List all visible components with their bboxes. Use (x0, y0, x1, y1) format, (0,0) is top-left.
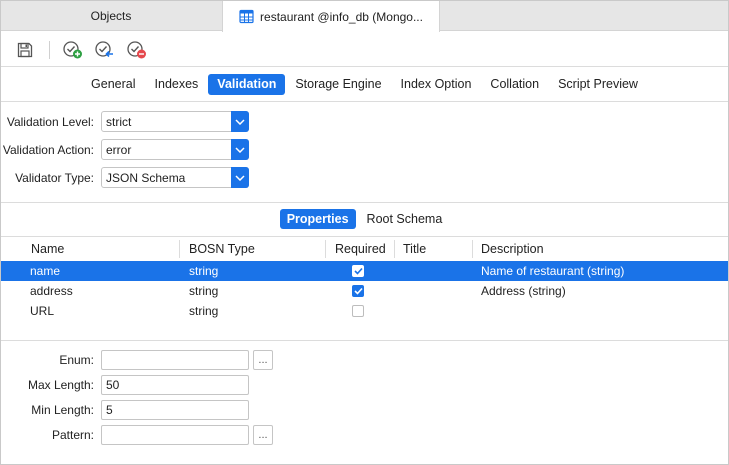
column-divider[interactable] (179, 240, 180, 258)
cell-type: string (189, 284, 219, 298)
save-icon (17, 42, 33, 58)
pattern-row: Pattern: ... (1, 425, 273, 445)
chevron-down-icon (231, 139, 249, 160)
tab-objects[interactable]: Objects (1, 1, 221, 31)
cell-description (473, 301, 481, 321)
pattern-browse-button[interactable]: ... (253, 425, 273, 445)
add-validation-button[interactable] (62, 39, 84, 61)
tab-restaurant-collection[interactable]: restaurant @info_db (Mongo... (222, 1, 440, 32)
column-header-required[interactable]: Required (327, 237, 386, 261)
required-checkbox[interactable] (352, 305, 364, 317)
properties-table: Name BOSN Type Required Title Descriptio… (1, 236, 728, 341)
cell-name: name (30, 264, 61, 278)
column-header-type[interactable]: BOSN Type (181, 237, 255, 261)
tab-general[interactable]: General (82, 74, 144, 95)
tab-restaurant-label: restaurant @info_db (Mongo... (260, 9, 423, 24)
cell-name: URL (30, 304, 55, 318)
enum-browse-button[interactable]: ... (253, 350, 273, 370)
table-header: Name BOSN Type Required Title Descriptio… (1, 237, 728, 261)
validator-type-value: JSON Schema (106, 170, 186, 185)
enum-row: Enum: ... (1, 350, 273, 370)
min-length-label: Min Length: (31, 403, 94, 417)
validation-level-value: strict (106, 114, 132, 129)
max-length-label: Max Length: (27, 378, 94, 392)
validator-type-row: Validator Type: JSON Schema (1, 167, 249, 188)
cell-type: string (189, 304, 219, 318)
tab-properties[interactable]: Properties (279, 209, 356, 229)
pattern-label: Pattern: (51, 428, 94, 442)
cell-description: Name of restaurant (string) (481, 264, 625, 278)
table-row[interactable]: address string Address (string) (1, 281, 728, 301)
tab-strip: Objects restaurant @info_db (Mongo... (1, 1, 728, 32)
editor-subtabs: General Indexes Validation Storage Engin… (1, 68, 728, 102)
enum-label: Enum: (59, 353, 94, 367)
chevron-down-icon (231, 167, 249, 188)
validation-action-row: Validation Action: error (1, 139, 249, 160)
column-header-name[interactable]: Name (23, 237, 64, 261)
schema-segmented-control: Properties Root Schema (1, 204, 728, 234)
check-remove-icon (127, 41, 146, 59)
column-header-description[interactable]: Description (473, 237, 544, 261)
validator-type-select[interactable]: JSON Schema (101, 167, 249, 188)
validation-settings: Validation Level: strict Validation Acti… (1, 103, 728, 203)
validation-action-select[interactable]: error (101, 139, 249, 160)
enum-input[interactable] (101, 350, 249, 370)
validation-level-row: Validation Level: strict (1, 111, 249, 132)
pattern-input[interactable] (101, 425, 249, 445)
tab-objects-label: Objects (90, 9, 132, 23)
column-divider[interactable] (325, 240, 326, 258)
table-icon (239, 9, 254, 24)
checkmark-icon (353, 267, 363, 275)
edit-validation-button[interactable] (94, 39, 116, 61)
validation-level-select[interactable]: strict (101, 111, 249, 132)
table-row[interactable]: URL string (1, 301, 728, 321)
validator-type-label: Validator Type: (15, 170, 94, 185)
validation-action-label: Validation Action: (2, 142, 94, 157)
cell-type: string (189, 264, 219, 278)
required-checkbox[interactable] (352, 285, 364, 297)
required-checkbox[interactable] (352, 265, 364, 277)
min-length-input[interactable] (101, 400, 249, 420)
tab-storage-engine[interactable]: Storage Engine (286, 74, 390, 95)
collection-editor-window: Objects restaurant @info_db (Mongo... Ge… (0, 0, 729, 465)
cell-description: Address (string) (481, 284, 566, 298)
min-length-row: Min Length: (1, 400, 249, 420)
toolbar (1, 32, 728, 67)
tab-indexes[interactable]: Indexes (146, 74, 208, 95)
max-length-row: Max Length: (1, 375, 249, 395)
tab-validation[interactable]: Validation (208, 74, 286, 95)
toolbar-separator (49, 41, 50, 59)
checkmark-icon (353, 287, 363, 295)
check-left-icon (95, 41, 113, 58)
remove-validation-button[interactable] (126, 39, 148, 61)
check-add-icon (63, 41, 82, 59)
tab-collation[interactable]: Collation (481, 74, 548, 95)
tab-root-schema[interactable]: Root Schema (360, 209, 450, 229)
validation-action-value: error (106, 142, 132, 157)
validation-level-label: Validation Level: (6, 114, 94, 129)
save-button[interactable] (14, 39, 36, 61)
property-details-form: Enum: ... Max Length: Min Length: Patter… (1, 342, 728, 464)
tab-index-option[interactable]: Index Option (392, 74, 481, 95)
max-length-input[interactable] (101, 375, 249, 395)
column-header-title[interactable]: Title (395, 237, 426, 261)
tab-script-preview[interactable]: Script Preview (549, 74, 647, 95)
chevron-down-icon (231, 111, 249, 132)
cell-name: address (30, 284, 73, 298)
table-row[interactable]: name string Name of restaurant (string) (1, 261, 728, 281)
